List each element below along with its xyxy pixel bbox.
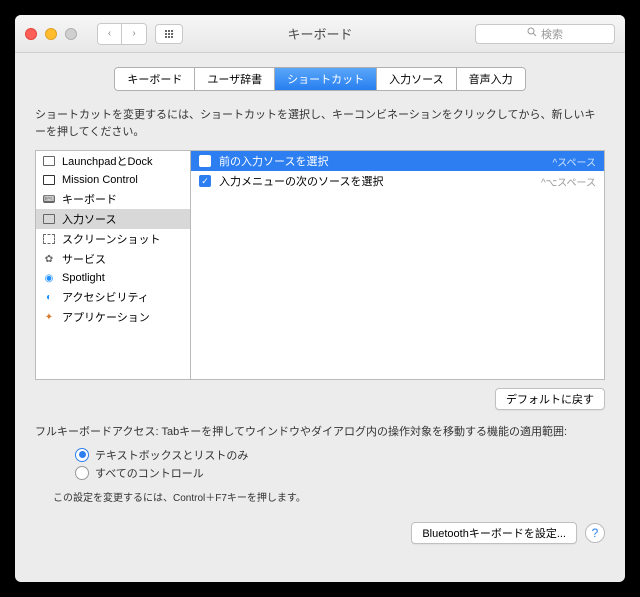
category-icon: ✿ <box>42 252 56 266</box>
access-option[interactable]: すべてのコントロール <box>75 465 605 481</box>
radio-label: テキストボックスとリストのみ <box>95 447 248 463</box>
category-item[interactable]: ◐ アクセシビリティ <box>36 287 190 307</box>
category-label: アクセシビリティ <box>62 289 149 305</box>
category-label: スクリーンショット <box>62 231 160 247</box>
back-button[interactable]: ‹ <box>98 24 122 44</box>
category-icon: ⌨︎ <box>42 192 56 206</box>
access-option[interactable]: テキストボックスとリストのみ <box>75 447 605 463</box>
show-all-button[interactable] <box>155 24 183 44</box>
category-item[interactable]: ⌨︎ キーボード <box>36 189 190 209</box>
tab-2[interactable]: ショートカット <box>275 68 377 90</box>
category-label: アプリケーション <box>62 309 150 325</box>
category-icon: ◉ <box>42 271 56 285</box>
shortcut-key[interactable]: ^スペース <box>553 154 597 169</box>
tab-bar: キーボードユーザ辞書ショートカット入力ソース音声入力 <box>35 67 605 91</box>
radio-label: すべてのコントロール <box>95 465 204 481</box>
category-icon: ✦ <box>42 310 56 324</box>
shortcut-key[interactable]: ^⌥スペース <box>541 174 596 189</box>
category-item[interactable]: ✦ アプリケーション <box>36 307 190 327</box>
category-label: キーボード <box>62 191 117 207</box>
radio-icon <box>75 466 89 480</box>
category-icon <box>42 173 56 187</box>
instruction-text: ショートカットを変更するには、ショートカットを選択し、キーコンビネーションをクリ… <box>35 107 605 140</box>
restore-defaults-button[interactable]: デフォルトに戻す <box>495 388 605 410</box>
search-icon <box>527 27 537 40</box>
shortcut-panels: LaunchpadとDock Mission Control ⌨︎ キーボード入力ソー… <box>35 150 605 380</box>
shortcut-row[interactable]: 前の入力ソースを選択 ^スペース <box>191 151 604 171</box>
category-icon <box>42 232 56 246</box>
category-item[interactable]: ◉ Spotlight <box>36 269 190 287</box>
category-icon <box>42 212 56 226</box>
nav-buttons: ‹ › <box>97 23 147 45</box>
titlebar: ‹ › キーボード 検索 <box>15 15 625 53</box>
shortcut-list[interactable]: 前の入力ソースを選択 ^スペース ✓ 入力メニューの次のソースを選択 ^⌥スペース <box>191 151 604 379</box>
window-title: キーボード <box>287 24 352 43</box>
category-item[interactable]: LaunchpadとDock <box>36 151 190 171</box>
category-label: LaunchpadとDock <box>62 153 153 169</box>
category-item[interactable]: スクリーンショット <box>36 229 190 249</box>
bluetooth-keyboard-button[interactable]: Bluetoothキーボードを設定... <box>411 522 577 544</box>
tab-1[interactable]: ユーザ辞書 <box>195 68 275 90</box>
radio-icon <box>75 448 89 462</box>
category-label: Mission Control <box>62 174 138 186</box>
category-item[interactable]: ✿ サービス <box>36 249 190 269</box>
tab-0[interactable]: キーボード <box>115 68 195 90</box>
shortcut-checkbox[interactable] <box>199 155 211 167</box>
search-field[interactable]: 検索 <box>475 24 615 44</box>
shortcut-row[interactable]: ✓ 入力メニューの次のソースを選択 ^⌥スペース <box>191 171 604 191</box>
help-button[interactable]: ? <box>585 523 605 543</box>
close-button[interactable] <box>25 28 37 40</box>
shortcut-label: 前の入力ソースを選択 <box>219 153 545 169</box>
defaults-row: デフォルトに戻す <box>35 388 605 410</box>
forward-button[interactable]: › <box>122 24 146 44</box>
category-label: サービス <box>62 251 106 267</box>
category-icon: ◐ <box>42 290 56 304</box>
access-hint: この設定を変更するには、Control＋F7キーを押します。 <box>53 489 605 504</box>
category-list[interactable]: LaunchpadとDock Mission Control ⌨︎ キーボード入力ソー… <box>36 151 191 379</box>
tab-4[interactable]: 音声入力 <box>457 68 525 90</box>
zoom-button <box>65 28 77 40</box>
footer: Bluetoothキーボードを設定... ? <box>35 522 605 544</box>
grid-icon <box>165 30 173 38</box>
category-item[interactable]: 入力ソース <box>36 209 190 229</box>
tab-3[interactable]: 入力ソース <box>377 68 456 90</box>
category-label: 入力ソース <box>62 211 116 227</box>
category-item[interactable]: Mission Control <box>36 171 190 189</box>
search-placeholder: 検索 <box>541 26 563 42</box>
category-label: Spotlight <box>62 272 105 284</box>
traffic-lights <box>25 28 77 40</box>
shortcut-checkbox[interactable]: ✓ <box>199 175 211 187</box>
full-keyboard-access-label: フルキーボードアクセス: Tabキーを押してウインドウやダイアログ内の操作対象を… <box>35 424 605 441</box>
preferences-window: ‹ › キーボード 検索 キーボードユーザ辞書ショートカット入力ソース音声入力 … <box>15 15 625 582</box>
access-radio-group: テキストボックスとリストのみすべてのコントロール <box>75 447 605 481</box>
shortcut-label: 入力メニューの次のソースを選択 <box>219 173 533 189</box>
minimize-button[interactable] <box>45 28 57 40</box>
content-area: キーボードユーザ辞書ショートカット入力ソース音声入力 ショートカットを変更するに… <box>15 53 625 556</box>
category-icon <box>42 154 56 168</box>
